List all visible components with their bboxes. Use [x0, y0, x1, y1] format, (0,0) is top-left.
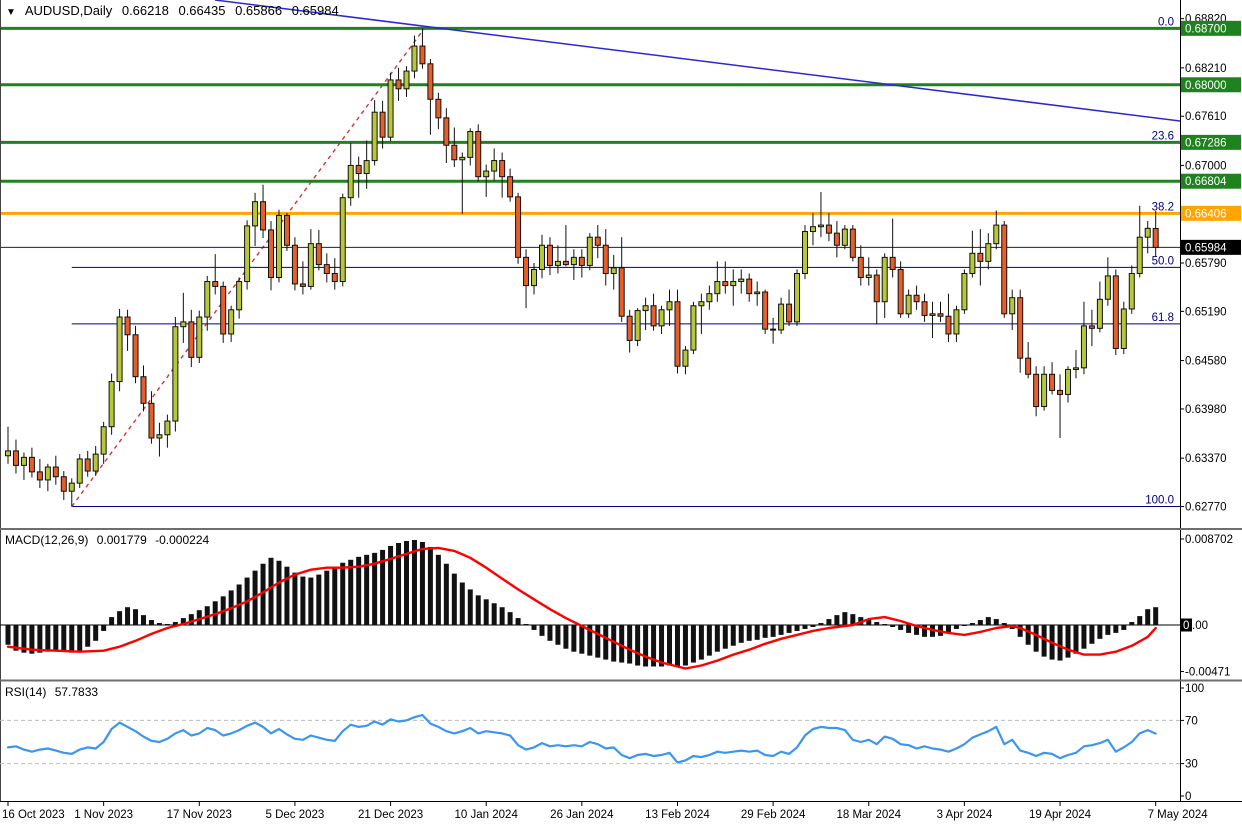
macd-name: MACD(12,26,9)	[5, 533, 88, 547]
chart-dropdown-icon[interactable]: ▼	[6, 7, 16, 18]
rsi-panel: 100 70 30 0	[0, 683, 1204, 803]
svg-text:0.66804: 0.66804	[1185, 176, 1227, 188]
svg-text:5 Dec 2023: 5 Dec 2023	[266, 809, 325, 821]
svg-text:100: 100	[1185, 683, 1204, 695]
svg-text:0: 0	[1185, 791, 1191, 803]
svg-text:0.68210: 0.68210	[1185, 63, 1227, 75]
svg-text:0.66406: 0.66406	[1185, 208, 1227, 220]
macd-indicator-label: MACD(12,26,9) 0.001779 -0.000224	[5, 533, 214, 547]
svg-text:100.0: 100.0	[1145, 495, 1174, 507]
svg-text:19 Apr 2024: 19 Apr 2024	[1029, 809, 1092, 821]
svg-text:0.67610: 0.67610	[1185, 111, 1227, 123]
symbol-period-label: AUDUSD,Daily	[25, 3, 112, 18]
svg-text:50.0: 50.0	[1152, 255, 1174, 267]
rsi-indicator-label: RSI(14) 57.7833	[5, 685, 103, 699]
svg-text:29 Feb 2024: 29 Feb 2024	[741, 809, 806, 821]
svg-text:1 Nov 2023: 1 Nov 2023	[74, 809, 133, 821]
svg-text:0: 0	[1183, 620, 1189, 632]
svg-text:0.68000: 0.68000	[1185, 80, 1227, 92]
fibonacci-retracement: 0.0 23.6 38.2 50.0 61.8 100.0	[72, 16, 1180, 506]
svg-text:23.6: 23.6	[1152, 130, 1174, 142]
macd-panel: 0.008702 0.00 -0.00471	[0, 534, 1233, 679]
macd-signal-value: -0.000224	[155, 533, 209, 547]
svg-text:10 Jan 2024: 10 Jan 2024	[455, 809, 519, 821]
svg-text:13 Feb 2024: 13 Feb 2024	[645, 809, 710, 821]
svg-text:26 Jan 2024: 26 Jan 2024	[550, 809, 614, 821]
ohlc-open: 0.66218	[122, 3, 169, 18]
rsi-value: 57.7833	[55, 685, 98, 699]
svg-text:0.65984: 0.65984	[1185, 242, 1227, 254]
svg-text:0.67286: 0.67286	[1185, 137, 1227, 149]
ohlc-low: 0.65866	[235, 3, 282, 18]
svg-text:38.2: 38.2	[1152, 201, 1174, 213]
mt4-chart-window: 0.023.638.250.061.8100.00.688200.682100.…	[0, 0, 1242, 830]
svg-text:7 May 2024: 7 May 2024	[1148, 809, 1209, 821]
rsi-name: RSI(14)	[5, 685, 46, 699]
svg-text:61.8: 61.8	[1152, 312, 1174, 324]
svg-text:0.65190: 0.65190	[1185, 306, 1227, 318]
svg-text:21 Dec 2023: 21 Dec 2023	[358, 809, 423, 821]
chart-title: ▼ AUDUSD,Daily 0.66218 0.66435 0.65866 0…	[6, 3, 345, 18]
ohlc-high: 0.66435	[178, 3, 225, 18]
svg-text:0.62770: 0.62770	[1185, 502, 1227, 514]
svg-text:0.008702: 0.008702	[1185, 534, 1233, 546]
svg-text:17 Nov 2023: 17 Nov 2023	[167, 809, 232, 821]
date-axis: 16 Oct 2023 1 Nov 2023 17 Nov 2023 5 Dec 20…	[2, 802, 1208, 821]
chart-canvas[interactable]: 0.023.638.250.061.8100.00.688200.682100.…	[0, 0, 1242, 830]
svg-text:0.68700: 0.68700	[1185, 23, 1227, 35]
price-axis: 0.688200.682100.676100.670000.657900.651…	[1180, 14, 1241, 514]
macd-main-value: 0.001779	[97, 533, 147, 547]
ohlc-close: 0.65984	[292, 3, 339, 18]
svg-text:70: 70	[1185, 715, 1198, 727]
svg-text:.00: .00	[1192, 620, 1208, 632]
svg-text:16 Oct 2023: 16 Oct 2023	[2, 809, 65, 821]
svg-text:0.0: 0.0	[1158, 16, 1174, 28]
svg-text:30: 30	[1185, 759, 1198, 771]
horizontal-lines	[0, 28, 1180, 213]
svg-text:0.67000: 0.67000	[1185, 160, 1227, 172]
descending-trendline	[215, 0, 1180, 121]
svg-text:3 Apr 2024: 3 Apr 2024	[937, 809, 993, 821]
svg-text:0.64580: 0.64580	[1185, 356, 1227, 368]
svg-text:0.63980: 0.63980	[1185, 404, 1227, 416]
svg-text:0.63370: 0.63370	[1185, 453, 1227, 465]
panel-frame	[0, 0, 1242, 802]
svg-text:0.65790: 0.65790	[1185, 258, 1227, 270]
svg-text:-0.00471: -0.00471	[1185, 667, 1230, 679]
svg-text:18 Mar 2024: 18 Mar 2024	[836, 809, 901, 821]
